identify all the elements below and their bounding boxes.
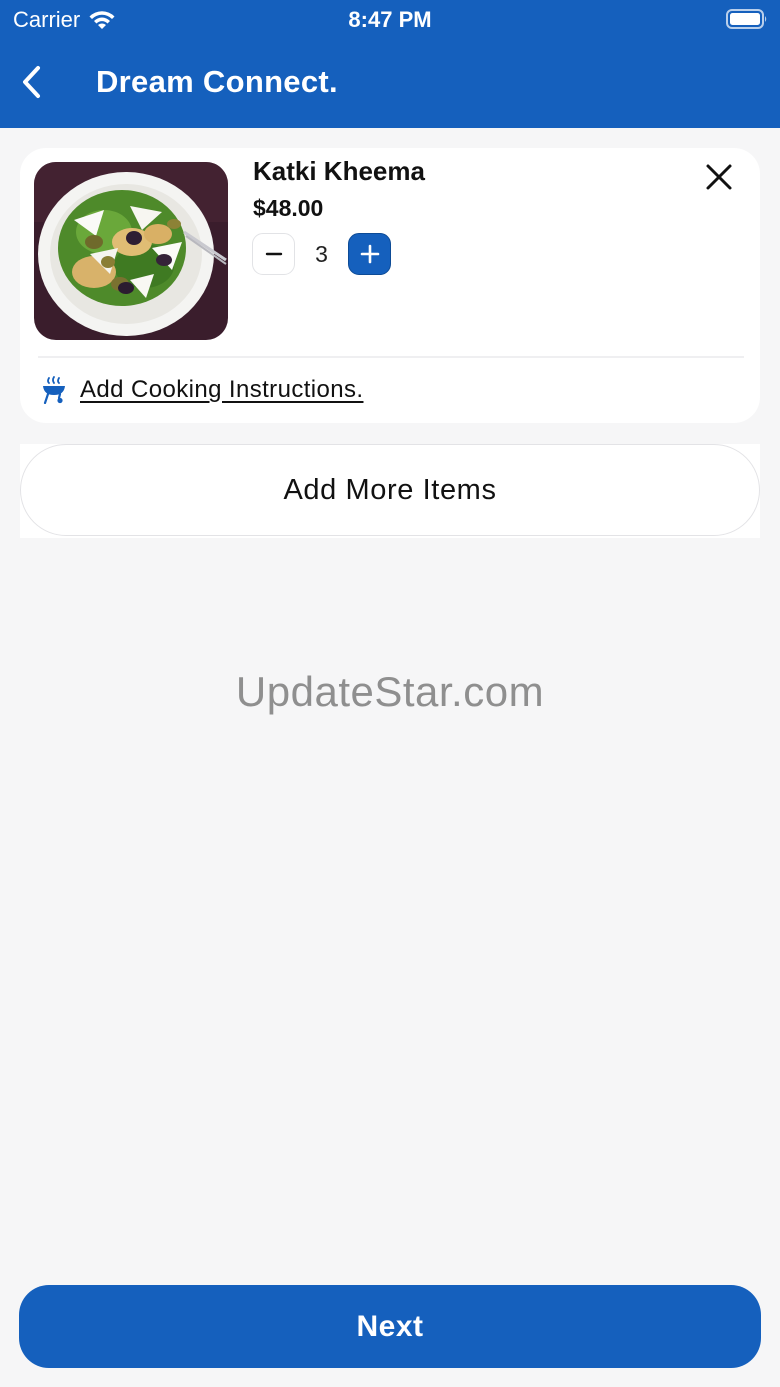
app-header: Carrier 8:47 PM Dream Connect. xyxy=(0,0,780,128)
card-divider xyxy=(38,356,744,358)
back-button[interactable] xyxy=(14,62,48,102)
minus-icon xyxy=(265,252,282,256)
close-icon xyxy=(706,164,732,190)
remove-item-button[interactable] xyxy=(704,162,734,196)
decrease-quantity-button[interactable] xyxy=(252,233,295,275)
grill-icon xyxy=(43,376,65,404)
increase-quantity-button[interactable] xyxy=(348,233,391,275)
status-bar: Carrier 8:47 PM xyxy=(0,0,780,40)
add-cooking-instructions-link[interactable]: Add Cooking Instructions. xyxy=(42,374,363,406)
page-title: Dream Connect. xyxy=(96,64,338,99)
cooking-instructions-label: Add Cooking Instructions. xyxy=(80,376,364,403)
item-name: Katki Kheema xyxy=(253,156,425,186)
item-price: $48.00 xyxy=(253,195,324,221)
status-time: 8:47 PM xyxy=(348,7,432,32)
plus-icon xyxy=(360,244,379,264)
next-button[interactable]: Next xyxy=(19,1285,761,1368)
quantity-stepper: 3 xyxy=(252,232,391,276)
watermark-text: UpdateStar.com xyxy=(235,668,545,715)
add-more-container: Add More Items xyxy=(20,444,760,538)
quantity-value: 3 xyxy=(315,240,328,267)
cart-item-card: Katki Kheema $48.00 3 Add Cooking Instru… xyxy=(20,148,760,423)
chevron-left-icon xyxy=(23,66,40,98)
food-image xyxy=(34,162,228,340)
battery-icon xyxy=(726,9,767,29)
add-more-items-button[interactable]: Add More Items xyxy=(20,444,760,536)
